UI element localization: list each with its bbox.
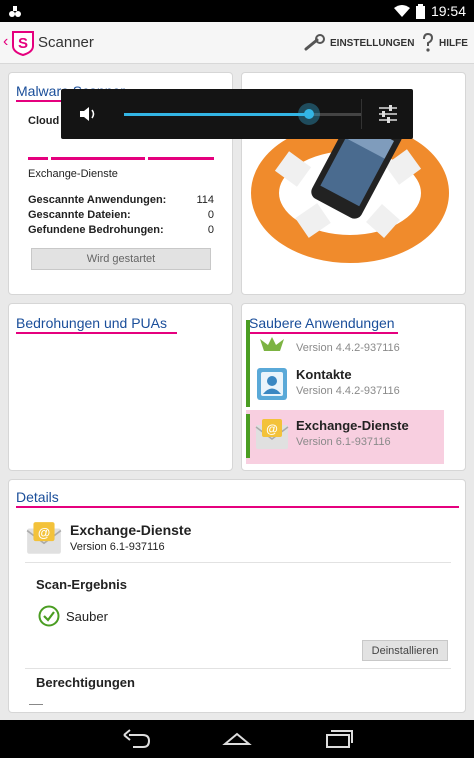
clean-app-item[interactable]: Kontakte Version 4.4.2-937116 (246, 359, 444, 411)
help-icon (423, 33, 434, 52)
contacts-icon (257, 368, 287, 400)
svg-text:@: @ (266, 422, 278, 436)
permissions-heading: Berechtigungen (36, 675, 135, 690)
stat-label: Gescannte Anwendungen: (28, 194, 167, 206)
equalizer-settings-icon[interactable] (377, 103, 399, 125)
settings-button[interactable]: EINSTELLUNGEN (304, 31, 414, 55)
settings-label: EINSTELLUNGEN (330, 37, 415, 49)
threats-card-title: Bedrohungen und PUAs (16, 315, 177, 334)
clean-app-version: Version 4.4.2-937116 (296, 385, 400, 397)
clean-app-item-selected[interactable]: @ Exchange-Dienste Version 6.1-937116 (246, 410, 444, 464)
clean-app-version: Version 4.4.2-937116 (296, 342, 400, 354)
svg-text:S: S (18, 35, 28, 52)
app-title: Scanner (38, 34, 94, 51)
volume-slider-fill (124, 113, 309, 116)
wifi-icon (393, 5, 410, 17)
current-scan-item: Exchange-Dienste (28, 168, 118, 180)
volume-slider[interactable] (124, 113, 361, 116)
status-bar: 19:54 (0, 0, 474, 22)
stat-value: 0 (207, 224, 214, 236)
scan-progress-segment (28, 157, 48, 160)
scan-result-value: Sauber (66, 609, 108, 624)
navigation-bar (0, 720, 474, 758)
check-circle-icon (38, 605, 60, 627)
exchange-mail-icon: @ (26, 522, 62, 554)
details-app-name: Exchange-Dienste (70, 522, 192, 538)
battery-icon (415, 3, 425, 19)
stat-value: 114 (196, 194, 214, 206)
back-chevron-icon[interactable]: ‹ (3, 33, 8, 51)
details-card-title: Details (16, 489, 459, 508)
clean-app-name: Kontakte (296, 367, 352, 382)
scan-result-heading: Scan-Ergebnis (36, 577, 128, 592)
speaker-icon[interactable] (78, 104, 98, 124)
svg-text:@: @ (38, 526, 50, 540)
wrench-icon (304, 34, 325, 51)
android-notification-icon (9, 6, 21, 17)
details-app-version: Version 6.1-937116 (70, 541, 165, 553)
status-time: 19:54 (430, 3, 466, 19)
divider (25, 562, 451, 563)
stat-label: Gescannte Dateien: (28, 209, 131, 221)
details-card: Details @ Exchange-Dienste Version 6.1-9… (8, 479, 466, 713)
stat-label: Gefundene Bedrohungen: (28, 224, 164, 236)
help-label: HILFE (439, 37, 468, 49)
back-icon[interactable] (121, 729, 151, 749)
app-logo-icon[interactable]: S (12, 30, 34, 56)
volume-slider-thumb[interactable] (297, 103, 320, 125)
android-icon (260, 337, 284, 351)
permissions-underline (29, 704, 43, 705)
clean-app-version: Version 6.1-937116 (296, 436, 391, 448)
volume-overlay (61, 89, 413, 139)
scan-progress-segment (148, 157, 214, 160)
help-button[interactable]: HILFE (421, 31, 468, 55)
scan-status-button[interactable]: Wird gestartet (31, 248, 211, 270)
action-bar: ‹ S Scanner EINSTELLUNGEN HILFE (0, 22, 474, 64)
exchange-mail-icon: @ (255, 419, 289, 449)
stat-value: 0 (207, 209, 214, 221)
uninstall-button[interactable]: Deinstallieren (362, 640, 448, 661)
clean-apps-card: Saubere Anwendungen Version 4.4.2-937116… (241, 303, 466, 471)
scan-progress-segment (51, 157, 145, 160)
threats-card: Bedrohungen und PUAs (8, 303, 233, 471)
recent-apps-icon[interactable] (324, 729, 354, 749)
divider (25, 668, 451, 669)
clean-app-name: Exchange-Dienste (296, 418, 409, 433)
home-icon[interactable] (222, 729, 252, 749)
divider (361, 99, 362, 129)
